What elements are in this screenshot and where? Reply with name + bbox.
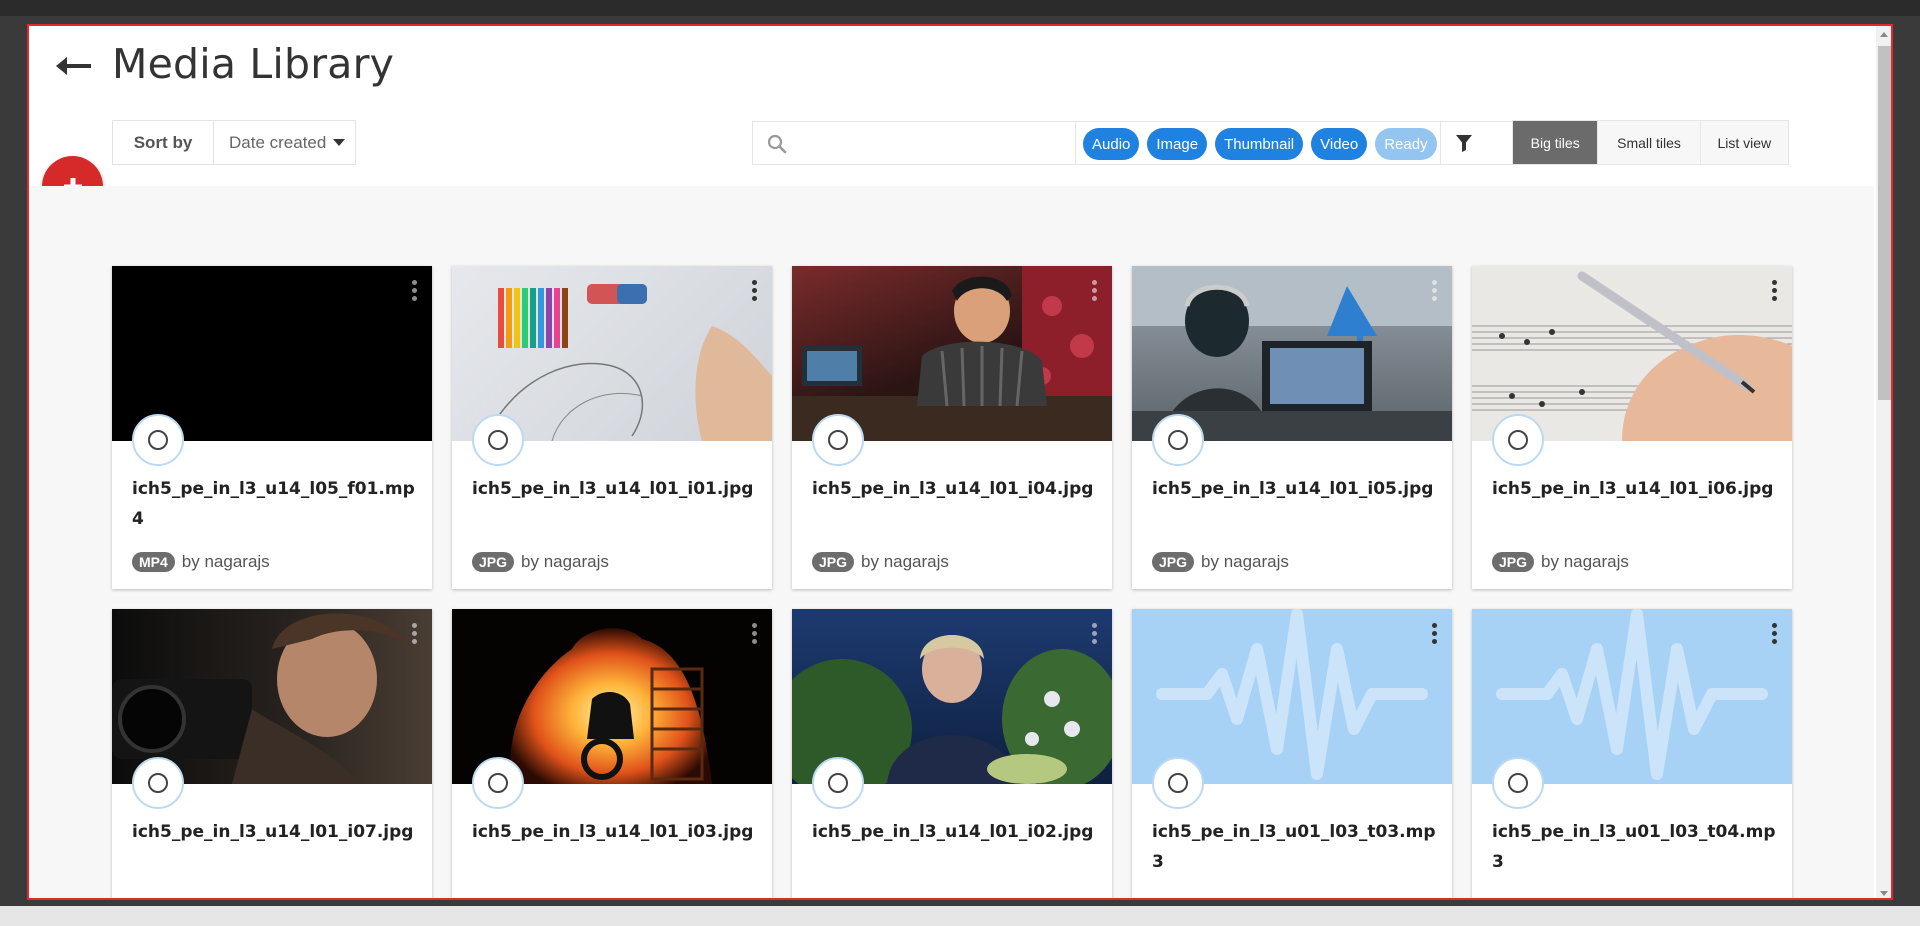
search-input[interactable]: [797, 124, 1081, 164]
media-author: by nagarajs: [181, 552, 270, 571]
select-checkbox[interactable]: [132, 757, 184, 809]
file-type-badge: JPG: [472, 552, 515, 572]
search-bar: Audio Image Thumbnail Video Ready: [752, 121, 1527, 165]
media-card[interactable]: ich5_pe_in_l3_u14_l01_i05.jpg JPG by nag…: [1132, 266, 1452, 589]
filter-chips: Audio Image Thumbnail Video Ready: [1083, 128, 1437, 160]
select-checkbox[interactable]: [1492, 414, 1544, 466]
select-checkbox[interactable]: [472, 757, 524, 809]
media-card[interactable]: ich5_pe_in_l3_u14_l01_i06.jpg JPG by nag…: [1472, 266, 1792, 589]
select-checkbox[interactable]: [812, 757, 864, 809]
scroll-thumb[interactable]: [1878, 46, 1891, 400]
media-filename: ich5_pe_in_l3_u01_l03_t03.mp3: [1152, 822, 1436, 872]
chip-image[interactable]: Image: [1147, 128, 1208, 160]
filter-button[interactable]: [1455, 133, 1473, 158]
search-icon: [767, 134, 787, 154]
media-card[interactable]: ich5_pe_in_l3_u14_l01_i03.jpg: [452, 609, 772, 898]
scroll-up-icon[interactable]: [1880, 32, 1888, 37]
select-checkbox[interactable]: [1152, 414, 1204, 466]
more-options-icon[interactable]: [1092, 623, 1098, 647]
vertical-scrollbar[interactable]: [1876, 26, 1891, 898]
media-meta: MP4 by nagarajs: [132, 552, 270, 572]
media-filename: ich5_pe_in_l3_u14_l05_f01.mp4: [132, 479, 415, 529]
media-meta: JPG by nagarajs: [1152, 552, 1289, 572]
funnel-icon: [1456, 135, 1472, 152]
select-checkbox[interactable]: [812, 414, 864, 466]
divider: [1075, 122, 1076, 164]
media-card[interactable]: ich5_pe_in_l3_u14_l01_i02.jpg: [792, 609, 1112, 898]
arrow-left-icon: [56, 57, 91, 75]
chip-thumbnail[interactable]: Thumbnail: [1215, 128, 1304, 160]
file-type-badge: MP4: [132, 552, 175, 572]
media-card[interactable]: ich5_pe_in_l3_u14_l01_i01.jpg JPG by nag…: [452, 266, 772, 589]
caret-down-icon: [333, 139, 346, 146]
media-card[interactable]: ich5_pe_in_l3_u14_l05_f01.mp4 MP4 by nag…: [112, 266, 432, 589]
view-toggle: Big tiles Small tiles List view: [1512, 120, 1789, 165]
media-filename: ich5_pe_in_l3_u14_l01_i03.jpg: [472, 822, 754, 842]
taskbar: [0, 906, 1920, 926]
media-card[interactable]: ich5_pe_in_l3_u14_l01_i04.jpg JPG by nag…: [792, 266, 1112, 589]
select-checkbox[interactable]: [1152, 757, 1204, 809]
back-button[interactable]: [51, 46, 95, 86]
file-type-badge: JPG: [1152, 552, 1195, 572]
select-checkbox[interactable]: [472, 414, 524, 466]
media-filename: ich5_pe_in_l3_u14_l01_i05.jpg: [1152, 479, 1434, 499]
media-card[interactable]: ich5_pe_in_l3_u01_l03_t04.mp3: [1472, 609, 1792, 898]
chip-ready[interactable]: Ready: [1375, 128, 1437, 160]
small-tiles-button[interactable]: Small tiles: [1598, 121, 1701, 164]
page-title: Media Library: [112, 40, 395, 88]
media-filename: ich5_pe_in_l3_u01_l03_t04.mp3: [1492, 822, 1776, 872]
media-author: by nagarajs: [861, 552, 949, 571]
sort-dropdown[interactable]: Date created: [214, 121, 355, 164]
media-card[interactable]: ich5_pe_in_l3_u01_l03_t03.mp3: [1132, 609, 1452, 898]
file-type-badge: JPG: [1492, 552, 1535, 572]
more-options-icon[interactable]: [1772, 280, 1778, 304]
big-tiles-button[interactable]: Big tiles: [1513, 121, 1599, 164]
more-options-icon[interactable]: [1772, 623, 1778, 647]
media-filename: ich5_pe_in_l3_u14_l01_i07.jpg: [132, 822, 414, 842]
media-grid: ich5_pe_in_l3_u14_l05_f01.mp4 MP4 by nag…: [29, 186, 1874, 898]
media-card[interactable]: ich5_pe_in_l3_u14_l01_i07.jpg: [112, 609, 432, 898]
more-options-icon[interactable]: [752, 623, 758, 647]
browser-top-bar: [0, 0, 1920, 16]
chip-video[interactable]: Video: [1311, 128, 1368, 160]
media-filename: ich5_pe_in_l3_u14_l01_i06.jpg: [1492, 479, 1774, 499]
list-view-button[interactable]: List view: [1701, 121, 1788, 164]
media-meta: JPG by nagarajs: [472, 552, 609, 572]
more-options-icon[interactable]: [1092, 280, 1098, 304]
divider: [1440, 122, 1441, 164]
more-options-icon[interactable]: [412, 623, 418, 647]
more-options-icon[interactable]: [412, 280, 418, 304]
sort-control: Sort by Date created: [112, 120, 356, 165]
sort-value: Date created: [229, 132, 327, 152]
more-options-icon[interactable]: [1432, 280, 1438, 304]
media-meta: JPG by nagarajs: [1492, 552, 1629, 572]
file-type-badge: JPG: [812, 552, 855, 572]
chip-audio[interactable]: Audio: [1083, 128, 1140, 160]
scroll-down-icon[interactable]: [1880, 891, 1888, 896]
media-author: by nagarajs: [1541, 552, 1629, 571]
media-meta: JPG by nagarajs: [812, 552, 949, 572]
sort-label: Sort by: [113, 121, 214, 164]
more-options-icon[interactable]: [1432, 623, 1438, 647]
media-filename: ich5_pe_in_l3_u14_l01_i02.jpg: [812, 822, 1094, 842]
header: Media Library Sort by Date created Audio…: [29, 26, 1874, 186]
select-checkbox[interactable]: [132, 414, 184, 466]
media-filename: ich5_pe_in_l3_u14_l01_i04.jpg: [812, 479, 1094, 499]
more-options-icon[interactable]: [752, 280, 758, 304]
media-library-modal: Media Library Sort by Date created Audio…: [27, 24, 1893, 900]
media-author: by nagarajs: [1201, 552, 1289, 571]
select-checkbox[interactable]: [1492, 757, 1544, 809]
media-filename: ich5_pe_in_l3_u14_l01_i01.jpg: [472, 479, 754, 499]
media-author: by nagarajs: [521, 552, 609, 571]
